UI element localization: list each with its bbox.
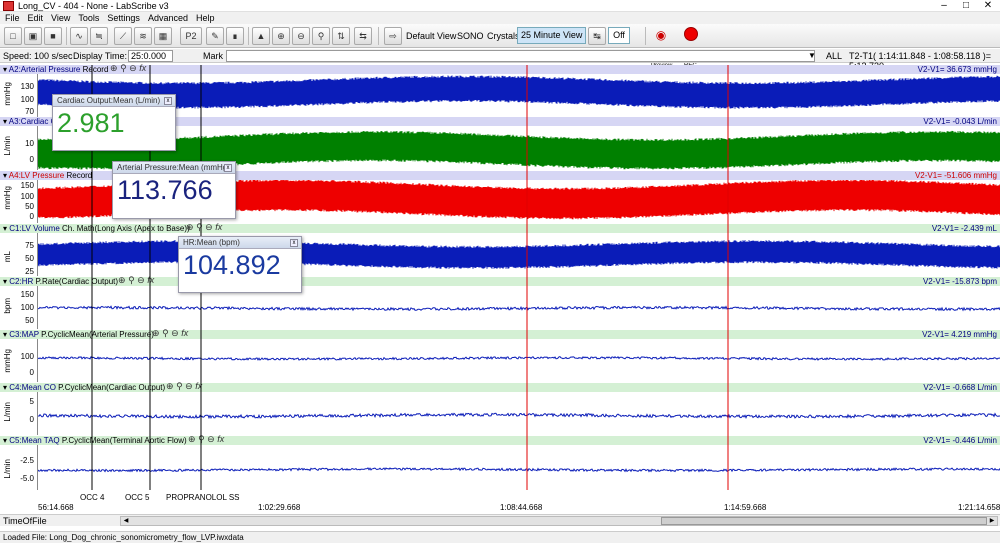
panel-close-icon[interactable]: x (290, 239, 298, 247)
arterial-pressure-mean-panel[interactable]: Arterial Pressure:Mean (mmHg) x 113.766 (112, 161, 236, 219)
panel-close-icon[interactable]: x (164, 97, 172, 105)
off-toggle[interactable]: Off (608, 27, 630, 44)
title-bar: Long_CV - 404 - None - LabScribe v3 – □ … (0, 0, 1000, 12)
mark-label: Mark (203, 51, 223, 61)
mountain-icon[interactable]: ▲ (252, 27, 270, 45)
horizontal-scrollbar[interactable]: ◀ ▶ (120, 516, 998, 526)
hr-mean-panel[interactable]: HR:Mean (bpm) x 104.892 (178, 236, 302, 293)
scrollbar-thumb[interactable] (661, 517, 987, 525)
time-label: 1:21:14.658 (958, 503, 1000, 512)
record-icon[interactable] (684, 27, 698, 41)
status-text: Loaded File: Long_Dog_chronic_sonomicrom… (3, 533, 244, 542)
p2-label: P2 (185, 31, 197, 41)
mark-input[interactable] (226, 50, 815, 62)
default-view-icon[interactable]: ⇨ (384, 27, 402, 45)
analysis-icon[interactable]: ∿ (70, 27, 88, 45)
toolbar: □ ▣ ■ ∿ ≒ ⟋ ≋ ▦ P2 ✎ ∎ ▲ ⊕ ⊖ ⚲ ⇅ ⇆ ⇨ Def… (0, 24, 1000, 69)
fft-icon[interactable]: ≒ (90, 27, 108, 45)
time-label: 1:02:29.668 (258, 503, 301, 512)
menu-bar: File Edit View Tools Settings Advanced Help (0, 12, 1000, 24)
display-time-label: Display Time: (73, 51, 128, 61)
mark-dropdown-icon[interactable]: ▼ (808, 51, 816, 60)
panel-title: Cardiac Output:Mean (L/min) (53, 95, 175, 107)
chart-view-icon[interactable]: ▦ (154, 27, 172, 45)
window-title: Long_CV - 404 - None - LabScribe v3 (18, 1, 169, 11)
time-scroll-row: TimeOfFile ◀ ▶ (0, 514, 1000, 526)
time-of-file-label: TimeOfFile (3, 516, 47, 526)
crystals-button[interactable]: Crystals (487, 30, 520, 42)
status-bar: Loaded File: Long_Dog_chronic_sonomicrom… (0, 531, 1000, 543)
time-label: 1:14:59.668 (724, 503, 767, 512)
menu-advanced[interactable]: Advanced (145, 12, 191, 24)
maximize-button[interactable]: □ (956, 0, 976, 12)
spectrum-icon[interactable]: ≋ (134, 27, 152, 45)
zoom-out-icon[interactable]: ⊖ (292, 27, 310, 45)
double-display-icon[interactable]: ⇆ (354, 27, 372, 45)
toolbar-separator (248, 27, 249, 45)
sync-icon[interactable]: ↹ (588, 27, 606, 45)
pencil-icon[interactable]: ✎ (206, 27, 224, 45)
zoom-in-icon[interactable]: ⊕ (272, 27, 290, 45)
mark-label-occ5[interactable]: OCC 5 (125, 493, 149, 502)
sono-button[interactable]: SONO (457, 30, 484, 42)
scroll-right-icon[interactable]: ▶ (987, 517, 997, 525)
p2-button[interactable]: P2 (180, 27, 202, 45)
menu-help[interactable]: Help (193, 12, 218, 24)
speed-label: Speed: 100 s/sec (3, 51, 73, 61)
panel-title: Arterial Pressure:Mean (mmHg) (113, 162, 235, 174)
time-label: 1:08:44.668 (500, 503, 543, 512)
default-view-button[interactable]: Default View (406, 30, 456, 42)
menu-file[interactable]: File (2, 12, 23, 24)
save-icon[interactable]: ■ (44, 27, 62, 45)
mark-label-propranolol[interactable]: PROPRANOLOL SS (166, 493, 240, 502)
panel-title: HR:Mean (bpm) (179, 237, 301, 249)
toolbar-separator (378, 27, 379, 45)
control-bar: Speed: 100 s/sec Display Time: 25:0.000 … (0, 49, 1000, 71)
menu-edit[interactable]: Edit (25, 12, 47, 24)
open-folder-icon[interactable]: ▣ (24, 27, 42, 45)
scroll-left-icon[interactable]: ◀ (121, 517, 131, 525)
time-axis: OCC 4 OCC 5 PROPRANOLOL SS 56:14.668 1:0… (38, 490, 1000, 514)
mark-label-occ4[interactable]: OCC 4 (80, 493, 104, 502)
panel-value: 113.766 (117, 175, 213, 205)
all-label[interactable]: ALL (826, 51, 842, 61)
close-button[interactable]: ✕ (978, 0, 998, 12)
display-time-field[interactable]: 25:0.000 (128, 50, 173, 62)
eye-icon[interactable]: ◉ (652, 27, 670, 45)
toolbar-separator (645, 27, 646, 45)
panel-close-icon[interactable]: x (224, 164, 232, 172)
minute-view-button[interactable]: 25 Minute View (517, 27, 587, 44)
time-label: 56:14.668 (38, 503, 74, 512)
zoom-fit-icon[interactable]: ⚲ (312, 27, 330, 45)
marker-icon[interactable]: ∎ (226, 27, 244, 45)
panel-value: 104.892 (183, 250, 281, 280)
menu-view[interactable]: View (48, 12, 73, 24)
new-file-icon[interactable]: □ (4, 27, 22, 45)
menu-tools[interactable]: Tools (75, 12, 102, 24)
panel-value: 2.981 (57, 108, 125, 138)
xy-view-icon[interactable]: ⟋ (114, 27, 132, 45)
app-icon (3, 1, 14, 11)
toolbar-separator (66, 27, 67, 45)
minimize-button[interactable]: – (934, 0, 954, 12)
cardiac-output-mean-panel[interactable]: Cardiac Output:Mean (L/min) x 2.981 (52, 94, 176, 151)
menu-settings[interactable]: Settings (104, 12, 143, 24)
half-display-icon[interactable]: ⇅ (332, 27, 350, 45)
